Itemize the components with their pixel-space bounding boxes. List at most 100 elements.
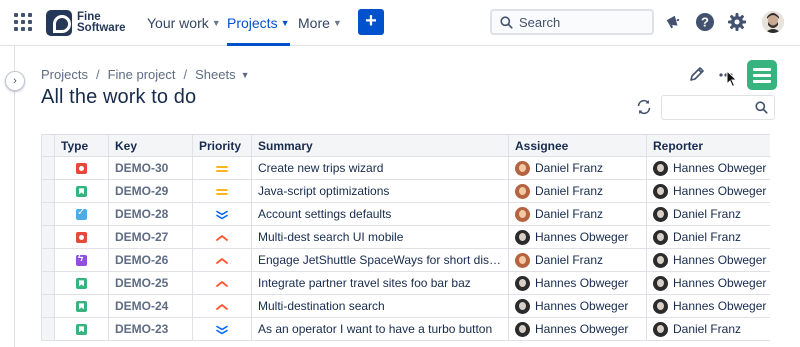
cell-summary[interactable]: Integrate partner travel sites foo bar b… [251, 271, 509, 295]
cell-key[interactable]: DEMO-28 [108, 202, 193, 226]
breadcrumb-sheets[interactable]: Sheets [195, 67, 235, 82]
cell-priority[interactable] [192, 156, 252, 180]
cell-priority[interactable] [192, 248, 252, 272]
cell-summary[interactable]: Java-script optimizations [251, 179, 509, 203]
row-gutter[interactable] [41, 179, 55, 203]
cell-assignee[interactable]: Hannes Obweger [508, 271, 647, 295]
cell-type[interactable] [54, 179, 109, 203]
table-row[interactable]: DEMO-25 Integrate partner travel sites fo… [41, 271, 780, 295]
cell-summary[interactable]: Create new trips wizard [251, 156, 509, 180]
column-header-type[interactable]: Type [54, 134, 109, 157]
issues-table-container: Type Key Priority Summary Assignee Repor… [41, 134, 800, 347]
cell-priority[interactable] [192, 317, 252, 341]
expand-sidebar-chevron-right-icon[interactable]: › [5, 71, 25, 91]
assignee: Daniel Franz [515, 252, 640, 268]
cell-priority[interactable] [192, 202, 252, 226]
app-switcher-grid-icon[interactable] [14, 13, 32, 31]
row-gutter[interactable] [41, 248, 55, 272]
cell-type[interactable] [54, 202, 109, 226]
cell-type[interactable] [54, 156, 109, 180]
breadcrumb-fine-project[interactable]: Fine project [108, 67, 176, 82]
fine-sheets-logo-icon[interactable] [747, 60, 777, 90]
nav-projects[interactable]: Projects ▼ [227, 0, 290, 46]
cell-type[interactable] [54, 317, 109, 341]
cell-assignee[interactable]: Daniel Franz [508, 156, 647, 180]
gear-icon[interactable] [726, 11, 748, 33]
create-button[interactable]: + [358, 9, 384, 35]
reporter: Daniel Franz [653, 229, 773, 245]
cell-reporter[interactable]: Hannes Obweger [646, 248, 780, 272]
nav-more[interactable]: More ▼ [298, 0, 342, 46]
cell-reporter[interactable]: Daniel Franz [646, 225, 780, 249]
row-gutter[interactable] [41, 225, 55, 249]
cell-key[interactable]: DEMO-26 [108, 248, 193, 272]
cell-priority[interactable] [192, 225, 252, 249]
table-row[interactable]: DEMO-26 Engage JetShuttle SpaceWays for s… [41, 248, 780, 272]
cell-assignee[interactable]: Daniel Franz [508, 248, 647, 272]
table-row[interactable]: DEMO-23 As an operator I want to have a t… [41, 317, 780, 341]
breadcrumb-projects[interactable]: Projects [41, 67, 88, 82]
table-row[interactable]: DEMO-24 Multi-destination search Hannes Ob… [41, 294, 780, 318]
chevron-down-icon[interactable]: ▼ [241, 70, 250, 80]
cell-key[interactable]: DEMO-30 [108, 156, 193, 180]
nav-your-work[interactable]: Your work ▼ [147, 0, 221, 46]
cell-assignee[interactable]: Daniel Franz [508, 179, 647, 203]
brand-logo-link[interactable]: Fine Software [46, 9, 126, 37]
cell-priority[interactable] [192, 271, 252, 295]
table-row[interactable]: DEMO-27 Multi-dest search UI mobile Hannes… [41, 225, 780, 249]
row-gutter[interactable] [41, 156, 55, 180]
cell-reporter[interactable]: Daniel Franz [646, 317, 780, 341]
cell-type[interactable] [54, 294, 109, 318]
search-icon [500, 15, 513, 29]
notifications-megaphone-icon[interactable] [662, 11, 684, 33]
cell-summary[interactable]: Multi-dest search UI mobile [251, 225, 509, 249]
user-avatar[interactable] [762, 11, 784, 33]
column-header-key[interactable]: Key [108, 134, 193, 157]
column-header-assignee[interactable]: Assignee [508, 134, 647, 157]
table-row[interactable]: DEMO-29 Java-script optimizations Daniel F… [41, 179, 780, 203]
cell-priority[interactable] [192, 294, 252, 318]
table-row[interactable]: DEMO-28 Account settings defaults Daniel F… [41, 202, 780, 226]
search-input[interactable] [519, 14, 639, 30]
cell-summary[interactable]: As an operator I want to have a turbo bu… [251, 317, 509, 341]
column-header-priority[interactable]: Priority [192, 134, 252, 157]
cell-reporter[interactable]: Hannes Obweger [646, 294, 780, 318]
issues-table: Type Key Priority Summary Assignee Repor… [41, 134, 780, 341]
global-search[interactable] [490, 9, 654, 35]
cell-key[interactable]: DEMO-29 [108, 179, 193, 203]
priority-high-icon [215, 253, 229, 267]
cell-key[interactable]: DEMO-23 [108, 317, 193, 341]
cell-reporter[interactable]: Hannes Obweger [646, 179, 780, 203]
cell-reporter[interactable]: Hannes Obweger [646, 271, 780, 295]
cell-key[interactable]: DEMO-25 [108, 271, 193, 295]
cell-assignee[interactable]: Daniel Franz [508, 202, 647, 226]
help-icon[interactable]: ? [694, 11, 716, 33]
refresh-icon[interactable] [635, 98, 653, 116]
cell-assignee[interactable]: Hannes Obweger [508, 294, 647, 318]
cell-assignee[interactable]: Hannes Obweger [508, 225, 647, 249]
row-gutter[interactable] [41, 317, 55, 341]
sheet-search-input[interactable] [661, 95, 775, 120]
cell-type[interactable] [54, 248, 109, 272]
reporter: Hannes Obweger [653, 252, 773, 268]
cell-summary[interactable]: Multi-destination search [251, 294, 509, 318]
cell-type[interactable] [54, 225, 109, 249]
cell-assignee[interactable]: Hannes Obweger [508, 317, 647, 341]
pencil-icon[interactable] [689, 66, 707, 84]
cell-key[interactable]: DEMO-27 [108, 225, 193, 249]
cell-key[interactable]: DEMO-24 [108, 294, 193, 318]
table-row[interactable]: DEMO-30 Create new trips wizard Daniel Fra… [41, 156, 780, 180]
column-header-summary[interactable]: Summary [251, 134, 509, 157]
cell-reporter[interactable]: Daniel Franz [646, 202, 780, 226]
cell-priority[interactable] [192, 179, 252, 203]
column-header-reporter[interactable]: Reporter [646, 134, 780, 157]
cell-summary[interactable]: Account settings defaults [251, 202, 509, 226]
cell-type[interactable] [54, 271, 109, 295]
svg-text:?: ? [701, 15, 709, 30]
cell-reporter[interactable]: Hannes Obweger [646, 156, 780, 180]
cell-summary[interactable]: Engage JetShuttle SpaceWays for short di… [251, 248, 509, 272]
row-gutter[interactable] [41, 271, 55, 295]
avatar [653, 252, 668, 268]
row-gutter[interactable] [41, 202, 55, 226]
row-gutter[interactable] [41, 294, 55, 318]
